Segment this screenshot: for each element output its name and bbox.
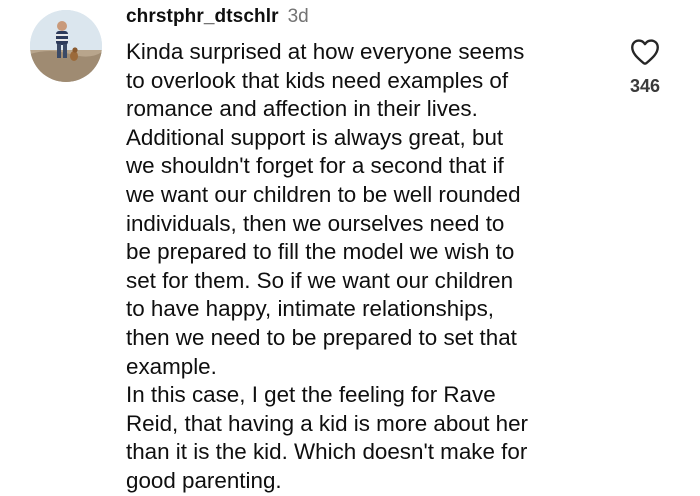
comment-text-line: Additional support is always great, but	[126, 124, 504, 150]
comment-text-line: we want our children to be well rounded	[126, 181, 521, 207]
timestamp: 3d	[287, 6, 309, 27]
comment-text-line: example.	[126, 353, 217, 379]
comment-text: Kinda surprised at how everyone seems to…	[126, 38, 606, 496]
comment-text-line: we shouldn't forget for a second that if	[126, 153, 504, 179]
avatar[interactable]	[30, 10, 102, 82]
profile-photo-icon	[30, 10, 102, 82]
comment-text-line: Kinda surprised at how everyone seems	[126, 39, 525, 64]
comment-text-line: to have happy, intimate relationships,	[126, 296, 495, 322]
like-button[interactable]	[627, 35, 663, 69]
comment-text-line: be prepared to fill the model we wish to	[126, 239, 515, 265]
username[interactable]: chrstphr_dtschlr	[126, 6, 279, 28]
comment-text-line: romance and affection in their lives.	[126, 96, 478, 122]
comment: chrstphr_dtschlr 3d Kinda surprised at h…	[0, 0, 700, 495]
comment-text-line: then we need to be prepared to set that	[126, 324, 517, 350]
comment-text-line: set for them. So if we want our children	[126, 267, 514, 293]
comment-text-line: good parenting.	[126, 467, 282, 493]
comment-text-line: In this case, I get the feeling for Rave	[126, 382, 496, 408]
comment-text-line: to overlook that kids need examples of	[126, 67, 509, 93]
comment-text-line: than it is the kid. Which doesn't make f…	[126, 439, 528, 465]
comment-text-line: individuals, then we ourselves need to	[126, 210, 505, 236]
comment-text-line: Reid, that having a kid is more about he…	[126, 410, 529, 436]
comment-header: chrstphr_dtschlr 3d	[126, 6, 309, 32]
like-count: 346	[629, 76, 661, 96]
heart-outline-icon	[631, 39, 659, 65]
